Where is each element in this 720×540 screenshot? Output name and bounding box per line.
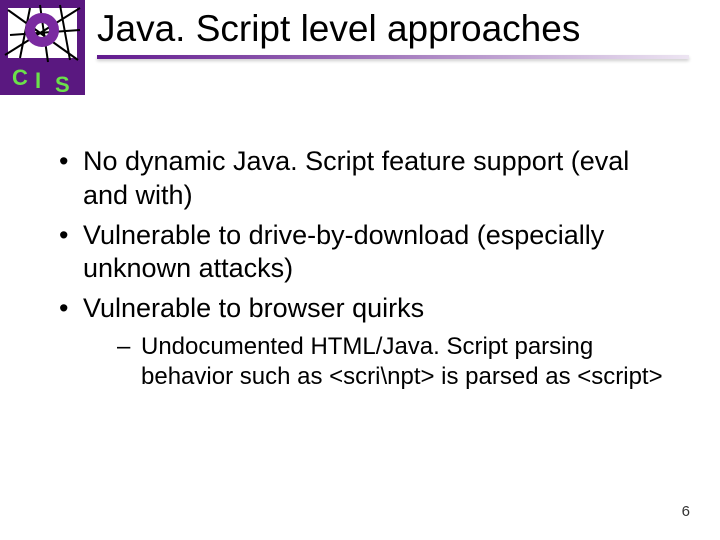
bullet-item: Vulnerable to browser quirks	[55, 292, 670, 326]
title-container: Java. Script level approaches	[85, 0, 720, 59]
bullet-list: No dynamic Java. Script feature support …	[55, 145, 670, 326]
slide-content: No dynamic Java. Script feature support …	[0, 95, 720, 392]
sub-bullet-list: Undocumented HTML/Java. Script parsing b…	[55, 332, 670, 392]
slide-header: C I S Java. Script level approaches	[0, 0, 720, 95]
slide-title: Java. Script level approaches	[97, 8, 720, 51]
bullet-item: No dynamic Java. Script feature support …	[55, 145, 670, 213]
svg-text:S: S	[55, 72, 70, 95]
page-number: 6	[682, 503, 690, 520]
sub-bullet-item: Undocumented HTML/Java. Script parsing b…	[117, 332, 670, 392]
logo-icon: C I S	[0, 0, 85, 95]
bullet-item: Vulnerable to drive-by-download (especia…	[55, 219, 670, 287]
svg-text:C: C	[12, 65, 28, 90]
title-underline	[97, 55, 689, 59]
svg-text:I: I	[35, 68, 41, 93]
